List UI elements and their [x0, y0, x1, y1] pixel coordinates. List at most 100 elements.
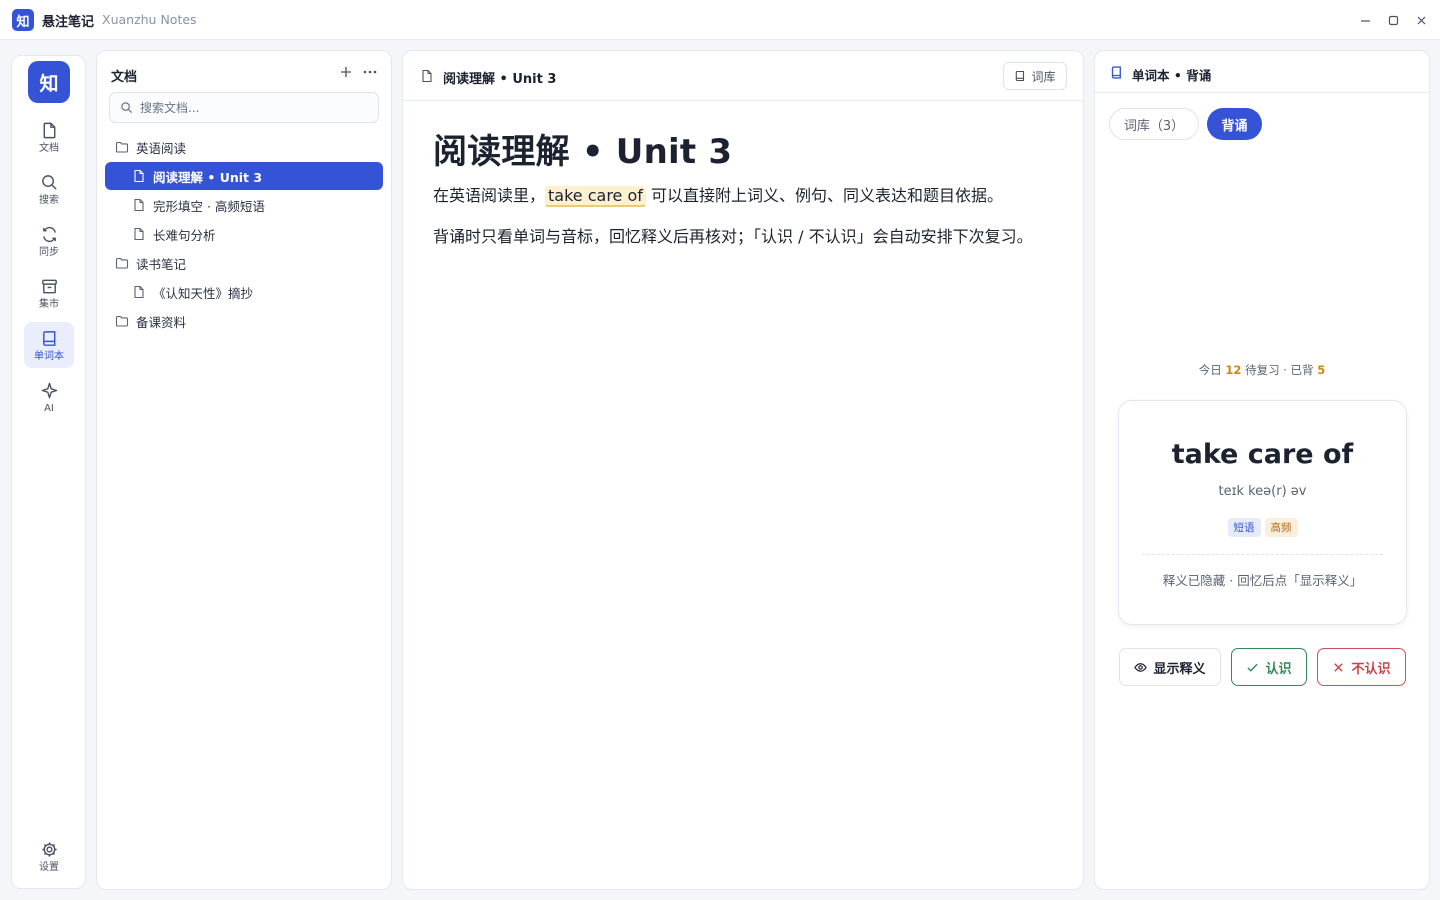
paragraph-text: 在英语阅读里， — [433, 186, 546, 205]
rail-item-search[interactable]: 搜索 — [24, 166, 74, 212]
market-icon — [41, 279, 57, 293]
rail-label: 单词本 — [34, 350, 64, 362]
search-icon — [121, 102, 133, 114]
minimize-icon[interactable] — [1356, 11, 1374, 29]
paragraph-1[interactable]: 在英语阅读里， take care of 可以直接附上词义、例句、同义表达和题目依… — [433, 181, 1058, 210]
maximize-icon[interactable] — [1384, 11, 1402, 29]
file-icon — [134, 285, 144, 299]
flashcard-word: take care of — [1171, 439, 1354, 470]
stats-text: 待复习 · 已背 — [1245, 363, 1314, 377]
review-stats: 今日 12 待复习 · 已背 5 — [1095, 362, 1429, 378]
know-button[interactable]: 认识 — [1231, 648, 1307, 686]
due-count: 12 — [1225, 363, 1242, 377]
stats-text: 今日 — [1198, 363, 1222, 377]
rail-item-documents[interactable]: 文档 — [24, 114, 74, 160]
editor-doc-title: 阅读理解 • Unit 3 — [443, 72, 557, 87]
rail-item-wordbook[interactable]: 单词本 — [24, 322, 74, 368]
flashcard-hint: 释义已隐藏 · 回忆后点「显示释义」 — [1162, 573, 1363, 588]
eye-icon — [1134, 662, 1148, 672]
sparkle-icon — [41, 382, 57, 398]
tag-phrase: 短语 — [1227, 518, 1261, 537]
rail-item-sync[interactable]: 同步 — [24, 218, 74, 264]
flashcard-phonetic: teɪk keə(r) əv — [1218, 484, 1307, 499]
rail-label: 同步 — [39, 246, 59, 258]
docs-panel-title: 文档 — [111, 70, 138, 85]
folder-icon — [115, 315, 129, 327]
show-definition-button[interactable]: 显示释义 — [1119, 648, 1221, 686]
check-icon — [1247, 663, 1259, 672]
close-icon[interactable] — [1412, 11, 1430, 29]
gear-icon — [41, 841, 57, 857]
tree-file[interactable]: 阅读理解 • Unit 3 — [105, 162, 383, 190]
tree-file[interactable]: 长难句分析 — [105, 220, 383, 248]
tag-frequent: 高频 — [1264, 518, 1298, 537]
more-options-button[interactable] — [361, 63, 379, 81]
rail-label: 设置 — [39, 861, 59, 873]
tree-label: 读书笔记 — [136, 256, 187, 272]
title-bar: 知 悬注笔记 Xuanzhu Notes — [0, 0, 1440, 40]
lexicon-button[interactable]: 词库 — [1003, 62, 1067, 90]
file-icon — [134, 198, 144, 212]
tree-label: 备课资料 — [136, 314, 187, 330]
vocab-header-title: 单词本 • 背诵 — [1132, 68, 1212, 83]
tree-file[interactable]: 《认知天性》摘抄 — [105, 278, 383, 306]
vocab-panel: 单词本 • 背诵 词库（3） 背诵 今日 12 待复习 · 已背 5 take … — [1094, 50, 1430, 890]
button-label: 认识 — [1265, 661, 1292, 677]
tree-label: 阅读理解 • Unit 3 — [153, 169, 263, 185]
file-icon — [134, 227, 144, 241]
app-logo: 知 — [12, 9, 34, 31]
rail-item-settings[interactable]: 设置 — [24, 833, 74, 879]
document-heading: 阅读理解 • Unit 3 — [433, 132, 733, 172]
card-divider — [1142, 554, 1383, 555]
button-label: 不认识 — [1351, 661, 1391, 677]
unknown-button[interactable]: 不认识 — [1317, 648, 1406, 686]
app-title: 悬注笔记 — [42, 15, 95, 30]
search-icon — [41, 174, 57, 190]
docs-search-box[interactable] — [109, 92, 379, 123]
rail-label: 搜索 — [39, 194, 59, 206]
document-icon — [43, 122, 55, 138]
docs-search-input[interactable] — [140, 100, 370, 115]
tab-recite[interactable]: 背诵 — [1207, 108, 1262, 140]
paragraph-2[interactable]: 背诵时只看单词与音标，回忆释义后再核对；「认识 / 不认识」会自动安排下次复习。 — [433, 222, 1058, 251]
tab-lexicon[interactable]: 词库（3） — [1109, 108, 1199, 140]
editor-panel: 阅读理解 • Unit 3 词库 阅读理解 • Unit 3 在英语阅读里， ta… — [402, 50, 1084, 890]
tree-folder[interactable]: 备课资料 — [105, 307, 383, 335]
app-subtitle: Xuanzhu Notes — [102, 12, 197, 27]
annotated-phrase[interactable]: take care of — [545, 186, 646, 207]
file-icon — [422, 69, 432, 83]
tree-file[interactable]: 完形填空 · 高频短语 — [105, 191, 383, 219]
tree-label: 《认知天性》摘抄 — [153, 285, 254, 301]
book-icon — [42, 330, 55, 346]
flashcard: take care of teɪk keə(r) əv 短语 高频 释义已隐藏 … — [1118, 400, 1407, 625]
editor-header: 阅读理解 • Unit 3 词库 — [403, 51, 1083, 101]
tree-folder[interactable]: 读书笔记 — [105, 249, 383, 277]
rail-logo: 知 — [28, 61, 70, 103]
tree-label: 长难句分析 — [153, 227, 216, 243]
tree-label: 英语阅读 — [136, 140, 187, 156]
paragraph-text: 可以直接附上词义、例句、同义表达和题目依据。 — [651, 186, 1004, 205]
file-icon — [134, 169, 144, 183]
rail-label: 集市 — [39, 298, 59, 310]
vocab-header: 单词本 • 背诵 — [1095, 51, 1429, 93]
rail-item-market[interactable]: 集市 — [24, 270, 74, 316]
documents-panel: 文档 英语阅读 阅读理解 • Unit 3 完形填空 · 高频短语 长难句分析 … — [96, 50, 392, 890]
tree-folder[interactable]: 英语阅读 — [105, 133, 383, 161]
x-icon — [1334, 662, 1344, 672]
rail-item-ai[interactable]: AI — [24, 374, 74, 420]
sync-icon — [42, 226, 56, 242]
nav-rail: 知 文档 搜索 同步 集市 单词本 AI 设置 — [11, 55, 86, 889]
book-icon — [1016, 70, 1025, 82]
flashcard-tags: 短语 高频 — [1119, 518, 1406, 537]
button-label: 显示释义 — [1153, 661, 1206, 677]
add-document-button[interactable] — [337, 63, 355, 81]
tree-label: 完形填空 · 高频短语 — [153, 198, 265, 214]
book-icon — [1111, 66, 1121, 79]
rail-label: AI — [44, 402, 54, 414]
rail-label: 文档 — [39, 142, 59, 154]
lexicon-button-label: 词库 — [1031, 69, 1056, 84]
folder-icon — [115, 257, 129, 269]
more-icon — [363, 70, 377, 74]
plus-icon — [341, 67, 351, 77]
folder-icon — [115, 141, 129, 153]
